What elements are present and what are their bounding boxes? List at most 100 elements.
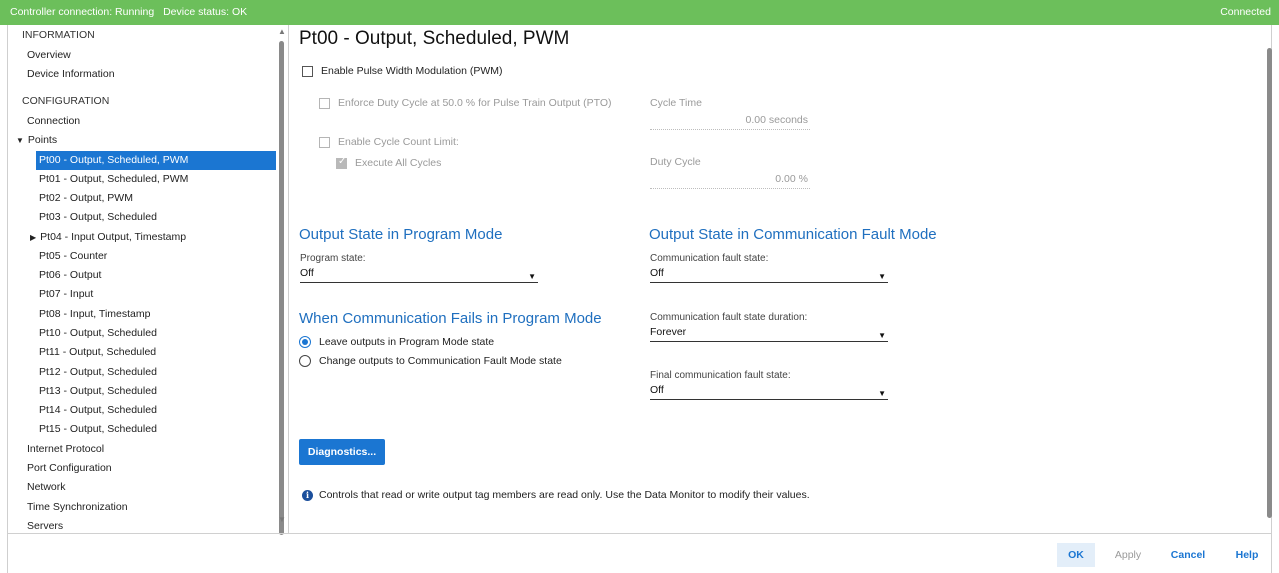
footer-divider [8, 533, 1271, 534]
ok-button[interactable]: OK [1057, 543, 1095, 567]
execute-all-cycles-checkbox[interactable]: Execute All Cycles [336, 156, 441, 169]
chevron-down-icon[interactable]: ▼ [878, 328, 886, 343]
sidebar-item-label: Pt15 - Output, Scheduled [39, 423, 157, 435]
checkbox-checked-icon[interactable] [336, 156, 347, 169]
sidebar-item-pt01[interactable]: Pt01 - Output, Scheduled, PWM [39, 170, 280, 189]
sidebar-item-internet-protocol[interactable]: Internet Protocol [27, 440, 280, 459]
sidebar-item-label: Overview [27, 49, 71, 61]
sidebar-item-label: CONFIGURATION [22, 95, 110, 107]
sidebar-item-pt03[interactable]: Pt03 - Output, Scheduled [39, 208, 280, 227]
scroll-down-arrow-icon[interactable]: ▼ [278, 515, 286, 524]
main-scroll-thumb[interactable] [1267, 48, 1272, 518]
sidebar-item-label: Pt06 - Output [39, 269, 102, 281]
info-message: i Controls that read or write output tag… [302, 489, 810, 501]
sidebar-item-pt02[interactable]: Pt02 - Output, PWM [39, 189, 280, 208]
sidebar-item-device-information[interactable]: Device Information [27, 65, 280, 84]
sidebar-item-points[interactable]: ▼ Points [16, 131, 280, 150]
sidebar-item-label: Device Information [27, 68, 115, 80]
sidebar-header-information: INFORMATION [22, 26, 280, 45]
radio-unselected-icon[interactable] [299, 355, 311, 367]
duty-cycle-value: 0.00 % [650, 173, 810, 189]
enable-pwm-label: Enable Pulse Width Modulation (PWM) [321, 65, 503, 77]
chevron-down-icon[interactable]: ▼ [878, 386, 886, 401]
cycle-time-label: Cycle Time [650, 97, 702, 109]
fault-state-label: Communication fault state: [650, 253, 769, 264]
checkbox-box[interactable] [302, 65, 313, 77]
sidebar-item-label: Pt14 - Output, Scheduled [39, 404, 157, 416]
sidebar-item-label: Network [27, 481, 66, 493]
program-state-select[interactable]: Off ▼ [300, 266, 538, 283]
sidebar-item-pt04[interactable]: ▶ Pt04 - Input Output, Timestamp [30, 228, 280, 247]
chevron-down-icon[interactable]: ▼ [878, 269, 886, 284]
apply-button[interactable]: Apply [1108, 543, 1148, 567]
checkbox-box[interactable] [319, 136, 330, 148]
sidebar-item-port-configuration[interactable]: Port Configuration [27, 459, 280, 478]
sidebar-item-pt00[interactable]: Pt00 - Output, Scheduled, PWM [36, 151, 276, 170]
sidebar-item-overview[interactable]: Overview [27, 46, 280, 65]
enable-pwm-checkbox[interactable]: Enable Pulse Width Modulation (PWM) [302, 65, 503, 77]
comm-fails-heading: When Communication Fails in Program Mode [299, 310, 602, 327]
sidebar-scroll-thumb[interactable] [279, 41, 284, 535]
expand-right-icon[interactable]: ▶ [30, 228, 36, 247]
sidebar-item-pt10[interactable]: Pt10 - Output, Scheduled [39, 324, 280, 343]
sidebar-item-label: Port Configuration [27, 462, 112, 474]
sidebar-item-pt12[interactable]: Pt12 - Output, Scheduled [39, 363, 280, 382]
sidebar-item-pt06[interactable]: Pt06 - Output [39, 266, 280, 285]
sidebar-item-connection[interactable]: Connection [27, 112, 280, 131]
final-fault-state-dropdown[interactable]: Final communication fault state: Off ▼ [650, 370, 888, 400]
sidebar-item-time-synchronization[interactable]: Time Synchronization [27, 498, 280, 517]
sidebar-item-label: Pt02 - Output, PWM [39, 192, 133, 204]
status-bar: Controller connection: Running Device st… [0, 0, 1279, 25]
main-panel: Pt00 - Output, Scheduled, PWM Enable Pul… [289, 25, 1268, 533]
sidebar-item-label: Pt04 - Input Output, Timestamp [40, 231, 187, 243]
leave-outputs-label: Leave outputs in Program Mode state [319, 336, 495, 348]
sidebar-scrollbar[interactable]: ▲ ▼ [276, 27, 286, 535]
sidebar-item-label: Pt08 - Input, Timestamp [39, 308, 151, 320]
help-button[interactable]: Help [1227, 543, 1267, 567]
leave-outputs-radio[interactable]: Leave outputs in Program Mode state [299, 336, 494, 348]
sidebar-item-pt11[interactable]: Pt11 - Output, Scheduled [39, 343, 280, 362]
cycle-count-limit-label: Enable Cycle Count Limit: [338, 136, 459, 148]
status-left: Controller connection: Running Device st… [10, 6, 253, 18]
cancel-button[interactable]: Cancel [1165, 543, 1211, 567]
radio-selected-icon[interactable] [299, 336, 311, 348]
change-outputs-label: Change outputs to Communication Fault Mo… [319, 355, 562, 367]
sidebar-item-pt08[interactable]: Pt08 - Input, Timestamp [39, 305, 280, 324]
cycle-count-limit-checkbox[interactable]: Enable Cycle Count Limit: [319, 136, 459, 148]
duty-cycle-field: Duty Cycle 0.00 % [650, 156, 810, 189]
sidebar-item-label: Pt13 - Output, Scheduled [39, 385, 157, 397]
sidebar-item-label: Time Synchronization [27, 501, 128, 513]
sidebar-item-pt14[interactable]: Pt14 - Output, Scheduled [39, 401, 280, 420]
sidebar-item-pt15[interactable]: Pt15 - Output, Scheduled [39, 420, 280, 439]
sidebar-nav: INFORMATION Overview Device Information … [8, 25, 280, 533]
final-fault-state-label: Final communication fault state: [650, 370, 791, 381]
expand-down-icon[interactable]: ▼ [16, 131, 24, 150]
diagnostics-button[interactable]: Diagnostics... [299, 439, 385, 465]
page-title: Pt00 - Output, Scheduled, PWM [299, 28, 570, 49]
sidebar-item-label: Pt12 - Output, Scheduled [39, 366, 157, 378]
main-scrollbar[interactable] [1266, 28, 1272, 528]
fault-duration-dropdown[interactable]: Communication fault state duration: Fore… [650, 312, 888, 342]
sidebar-item-pt07[interactable]: Pt07 - Input [39, 285, 280, 304]
final-fault-state-select[interactable]: Off ▼ [650, 383, 888, 400]
chevron-down-icon[interactable]: ▼ [528, 269, 536, 284]
fault-state-value: Off [650, 267, 664, 279]
sidebar-item-pt05[interactable]: Pt05 - Counter [39, 247, 280, 266]
program-state-label: Program state: [300, 253, 366, 264]
change-outputs-radio[interactable]: Change outputs to Communication Fault Mo… [299, 355, 562, 367]
fault-duration-select[interactable]: Forever ▼ [650, 325, 888, 342]
fault-state-select[interactable]: Off ▼ [650, 266, 888, 283]
fault-mode-heading: Output State in Communication Fault Mode [649, 226, 937, 243]
sidebar-item-network[interactable]: Network [27, 478, 280, 497]
checkbox-box[interactable] [319, 97, 330, 109]
sidebar-item-label: Pt10 - Output, Scheduled [39, 327, 157, 339]
cycle-time-field: Cycle Time 0.00 seconds [650, 97, 810, 130]
scroll-up-arrow-icon[interactable]: ▲ [278, 27, 286, 36]
sidebar-item-label: Servers [27, 520, 64, 532]
sidebar-item-pt13[interactable]: Pt13 - Output, Scheduled [39, 382, 280, 401]
sidebar-item-servers[interactable]: Servers [27, 517, 280, 533]
enforce-duty-cycle-checkbox[interactable]: Enforce Duty Cycle at 50.0 % for Pulse T… [319, 97, 612, 109]
fault-state-dropdown[interactable]: Communication fault state: Off ▼ [650, 253, 888, 283]
cycle-time-value: 0.00 seconds [650, 114, 810, 130]
program-state-dropdown[interactable]: Program state: Off ▼ [300, 253, 538, 283]
